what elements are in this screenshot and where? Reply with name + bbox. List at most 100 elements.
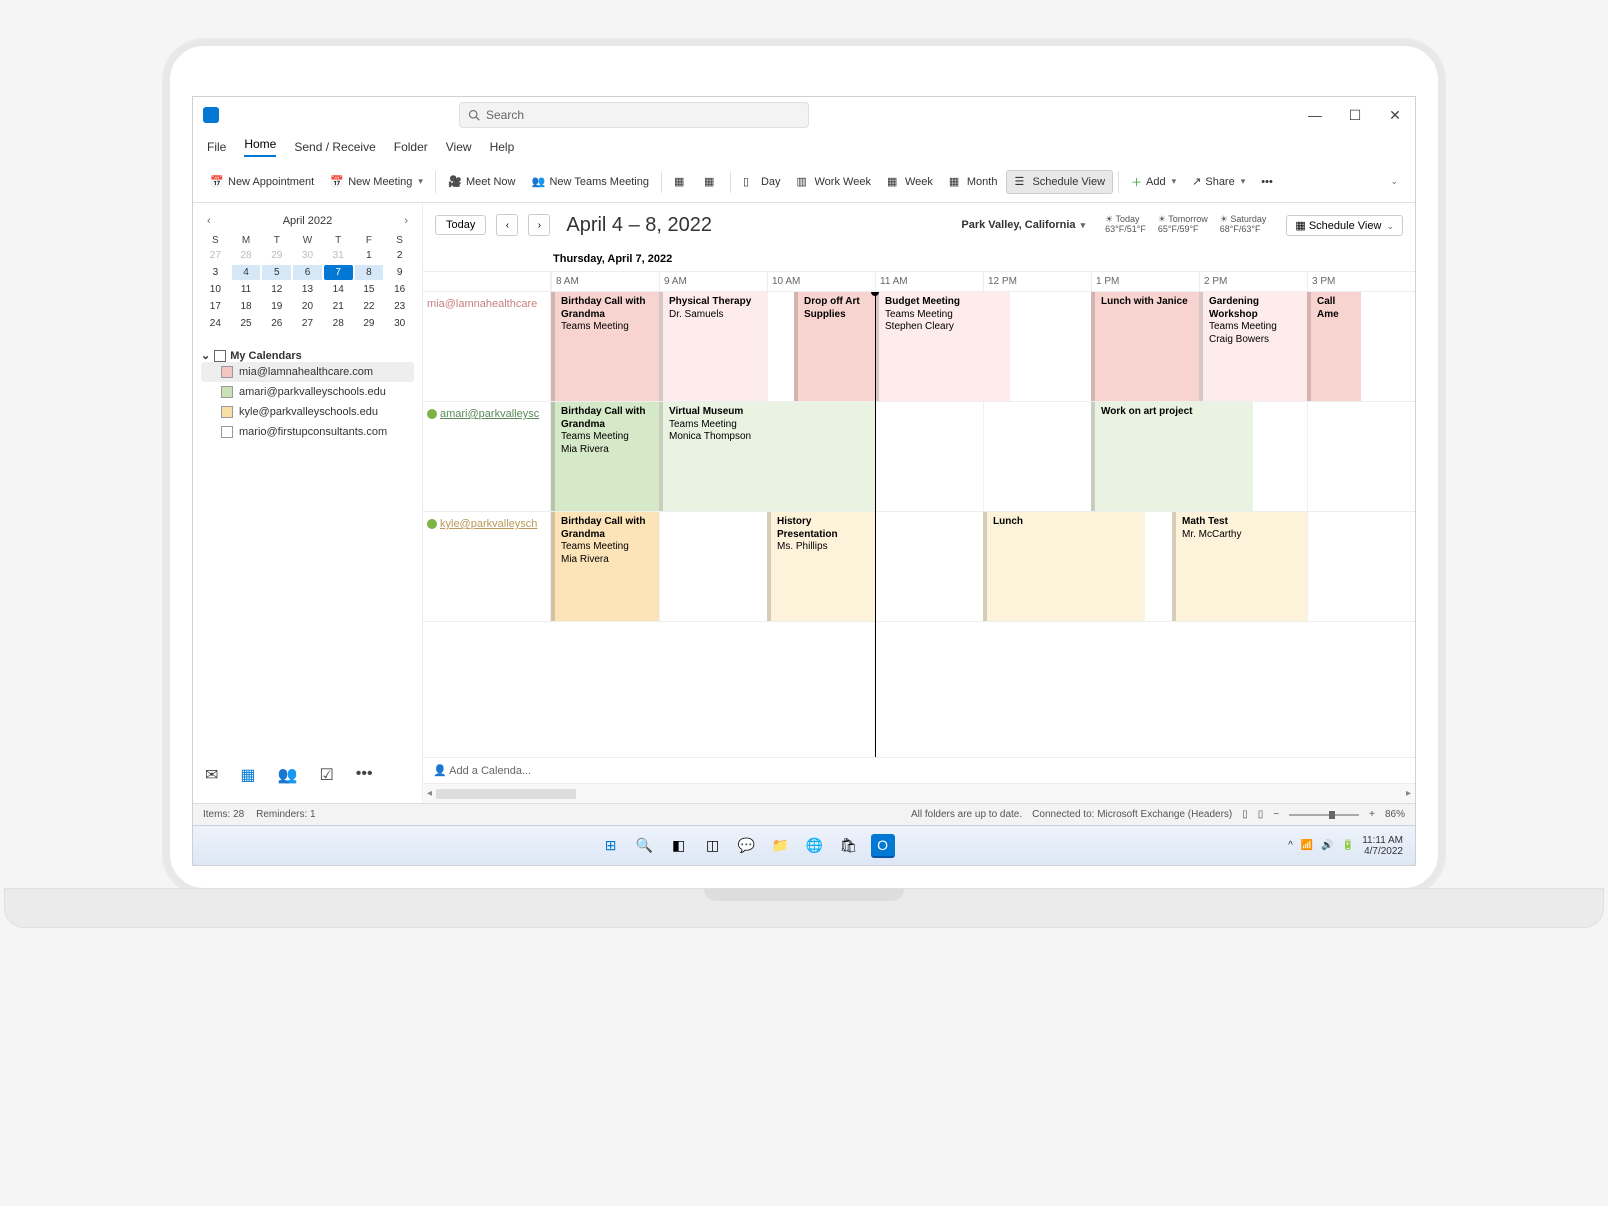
month-button[interactable]: ▦Month bbox=[942, 171, 1005, 193]
next-day-button[interactable]: › bbox=[528, 214, 550, 236]
day-view-button[interactable]: ▯Day bbox=[736, 171, 788, 193]
menu-view[interactable]: View bbox=[446, 140, 472, 154]
people-icon[interactable]: 👥 bbox=[278, 765, 298, 785]
calendar-event[interactable]: Budget MeetingTeams MeetingStephen Clear… bbox=[875, 292, 1010, 401]
maximize-button[interactable]: ☐ bbox=[1345, 107, 1365, 124]
work-week-button[interactable]: ▥Work Week bbox=[790, 171, 878, 193]
calendar-event[interactable]: Math TestMr. McCarthy bbox=[1172, 512, 1307, 621]
menu-sendreceive[interactable]: Send / Receive bbox=[294, 140, 375, 154]
mini-day[interactable]: 31 bbox=[324, 248, 353, 263]
mini-day[interactable]: 11 bbox=[232, 282, 261, 297]
mini-day[interactable]: 28 bbox=[232, 248, 261, 263]
mini-day[interactable]: 8 bbox=[355, 265, 384, 280]
widgets-icon[interactable]: ◫ bbox=[701, 834, 725, 858]
mini-day[interactable]: 29 bbox=[355, 316, 384, 331]
volume-icon[interactable]: 🔊 bbox=[1321, 840, 1333, 851]
mini-day[interactable]: 19 bbox=[262, 299, 291, 314]
chat-icon[interactable]: 💬 bbox=[735, 834, 759, 858]
menu-file[interactable]: File bbox=[207, 140, 226, 154]
row-calendar-label[interactable]: kyle@parkvalleysch bbox=[423, 512, 551, 621]
view-selector[interactable]: ▦ Schedule View ⌄ bbox=[1286, 215, 1403, 236]
mini-day[interactable]: 15 bbox=[355, 282, 384, 297]
mini-day[interactable]: 30 bbox=[385, 316, 414, 331]
calendar-event[interactable]: Lunch with Janice bbox=[1091, 292, 1199, 401]
calendar-item[interactable]: kyle@parkvalleyschools.edu bbox=[201, 402, 414, 422]
calendar-event[interactable]: Lunch bbox=[983, 512, 1145, 621]
mini-day[interactable]: 25 bbox=[232, 316, 261, 331]
more-nav-icon[interactable]: ••• bbox=[356, 765, 373, 785]
schedule-view-button[interactable]: ☰Schedule View bbox=[1006, 170, 1113, 194]
mini-day[interactable]: 27 bbox=[201, 248, 230, 263]
row-calendar-label[interactable]: mia@lamnahealthcare bbox=[423, 292, 551, 401]
mini-day[interactable]: 18 bbox=[232, 299, 261, 314]
wifi-icon[interactable]: 📶 bbox=[1301, 840, 1313, 851]
mini-day[interactable]: 6 bbox=[293, 265, 322, 280]
mini-day[interactable]: 28 bbox=[324, 316, 353, 331]
mini-day[interactable]: 1 bbox=[355, 248, 384, 263]
new-teams-meeting-button[interactable]: 👥New Teams Meeting bbox=[524, 171, 655, 193]
zoom-out[interactable]: − bbox=[1273, 809, 1279, 820]
store-icon[interactable]: 🛍 bbox=[837, 834, 861, 858]
mini-day[interactable]: 13 bbox=[293, 282, 322, 297]
mini-day[interactable]: 4 bbox=[232, 265, 261, 280]
ribbon-collapse[interactable]: ⌄ bbox=[1381, 172, 1405, 191]
add-button[interactable]: ＋Add▾ bbox=[1124, 170, 1183, 194]
search-input[interactable]: Search bbox=[459, 102, 809, 128]
mini-prev[interactable]: ‹ bbox=[207, 215, 211, 227]
menu-help[interactable]: Help bbox=[490, 140, 515, 154]
mini-day[interactable]: 10 bbox=[201, 282, 230, 297]
mini-day[interactable]: 29 bbox=[262, 248, 291, 263]
new-appointment-button[interactable]: 📅New Appointment bbox=[203, 171, 321, 193]
taskbar-search[interactable]: 🔍 bbox=[633, 834, 657, 858]
edge-icon[interactable]: 🌐 bbox=[803, 834, 827, 858]
start-button[interactable]: ⊞ bbox=[599, 834, 623, 858]
tray-chevron-icon[interactable]: ^ bbox=[1288, 840, 1293, 851]
calendar-event[interactable]: Call Ame bbox=[1307, 292, 1361, 401]
next-grid-button[interactable]: ▦ bbox=[697, 171, 725, 193]
mini-day[interactable]: 30 bbox=[293, 248, 322, 263]
calendar-event[interactable]: Work on art project bbox=[1091, 402, 1253, 511]
battery-icon[interactable]: 🔋 bbox=[1342, 840, 1354, 851]
menu-folder[interactable]: Folder bbox=[394, 140, 428, 154]
more-button[interactable]: ••• bbox=[1254, 172, 1280, 192]
add-calendar-field[interactable]: 👤 Add a Calenda... bbox=[423, 757, 1415, 783]
calendar-event[interactable]: Gardening WorkshopTeams MeetingCraig Bow… bbox=[1199, 292, 1307, 401]
explorer-icon[interactable]: 📁 bbox=[769, 834, 793, 858]
tray-clock[interactable]: 11:11 AM4/7/2022 bbox=[1362, 835, 1403, 857]
calendar-event[interactable]: Birthday Call with GrandmaTeams MeetingM… bbox=[551, 402, 659, 511]
today-grid-button[interactable]: ▦ bbox=[667, 171, 695, 193]
layout-icon[interactable]: ▯ bbox=[1242, 809, 1248, 820]
mini-day[interactable]: 7 bbox=[324, 265, 353, 280]
mini-next[interactable]: › bbox=[404, 215, 408, 227]
calendar-event[interactable]: Birthday Call with GrandmaTeams MeetingM… bbox=[551, 512, 659, 621]
location-selector[interactable]: Park Valley, California ▾ bbox=[961, 219, 1085, 231]
mini-day[interactable]: 14 bbox=[324, 282, 353, 297]
mini-day[interactable]: 16 bbox=[385, 282, 414, 297]
calendar-item[interactable]: mia@lamnahealthcare.com bbox=[201, 362, 414, 382]
mini-day[interactable]: 22 bbox=[355, 299, 384, 314]
mini-day[interactable]: 17 bbox=[201, 299, 230, 314]
mini-day[interactable]: 20 bbox=[293, 299, 322, 314]
prev-day-button[interactable]: ‹ bbox=[496, 214, 518, 236]
mini-day[interactable]: 26 bbox=[262, 316, 291, 331]
close-button[interactable]: ✕ bbox=[1385, 107, 1405, 124]
outlook-taskbar-icon[interactable]: O bbox=[871, 834, 895, 858]
today-button[interactable]: Today bbox=[435, 215, 486, 235]
calendar-event[interactable]: Physical TherapyDr. Samuels bbox=[659, 292, 767, 401]
layout-icon2[interactable]: ▯ bbox=[1258, 809, 1264, 820]
mini-day[interactable]: 5 bbox=[262, 265, 291, 280]
zoom-in[interactable]: + bbox=[1369, 809, 1375, 820]
tasks-icon[interactable]: ☑ bbox=[319, 765, 333, 785]
new-meeting-button[interactable]: 📅New Meeting▾ bbox=[323, 171, 430, 193]
menu-home[interactable]: Home bbox=[244, 137, 276, 157]
calendar-event[interactable]: History PresentationMs. Phillips bbox=[767, 512, 875, 621]
minimize-button[interactable]: — bbox=[1305, 107, 1325, 124]
share-button[interactable]: ↗Share▾ bbox=[1185, 171, 1252, 192]
taskview-icon[interactable]: ◧ bbox=[667, 834, 691, 858]
mini-day[interactable]: 21 bbox=[324, 299, 353, 314]
mini-day[interactable]: 24 bbox=[201, 316, 230, 331]
mini-day[interactable]: 9 bbox=[385, 265, 414, 280]
calendar-event[interactable]: Virtual MuseumTeams MeetingMonica Thomps… bbox=[659, 402, 875, 511]
meet-now-button[interactable]: 🎥Meet Now bbox=[441, 171, 523, 193]
mail-icon[interactable]: ✉ bbox=[205, 765, 218, 785]
